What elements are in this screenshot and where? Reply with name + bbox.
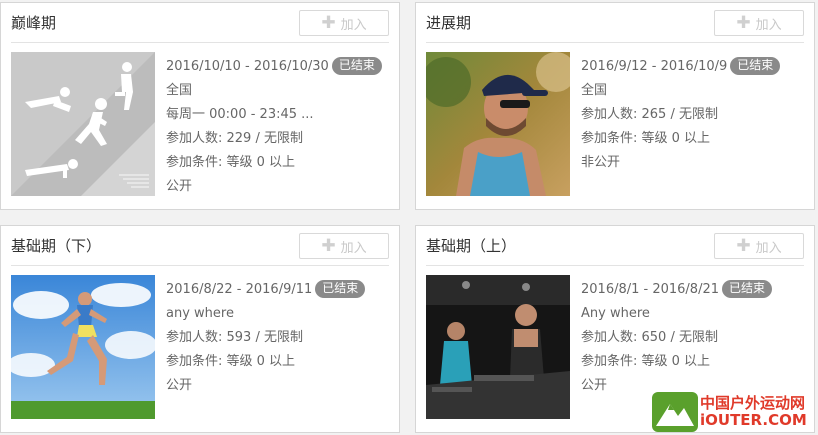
join-button[interactable]: ✚ 加入 <box>714 10 804 36</box>
join-button-label: 加入 <box>340 240 367 256</box>
join-button-label: 加入 <box>755 17 782 33</box>
status-badge: 已结束 <box>315 280 366 298</box>
plus-icon: ✚ <box>736 235 751 256</box>
event-card-peak[interactable]: 巅峰期 ✚ 加入 2016/10/10 - 2016/10/30 已结束 全国 … <box>0 2 400 210</box>
event-dates-row: 2016/10/10 - 2016/10/30 已结束 <box>166 55 382 79</box>
event-info: 2016/8/22 - 2016/9/11 已结束 any where 参加人数:… <box>166 278 366 398</box>
join-button[interactable]: ✚ 加入 <box>714 233 804 259</box>
event-schedule: 每周一 00:00 - 23:45 ... <box>166 107 314 122</box>
event-location: any where <box>166 306 234 321</box>
card-header: 巅峰期 ✚ 加入 <box>11 3 389 43</box>
event-info: 2016/10/10 - 2016/10/30 已结束 全国 每周一 00:00 … <box>166 55 382 199</box>
status-badge: 已结束 <box>730 57 781 75</box>
event-thumbnail-treadmill-gym[interactable] <box>426 275 570 419</box>
event-dates: 2016/8/22 - 2016/9/11 <box>166 282 313 297</box>
mountain-logo-icon <box>652 392 698 432</box>
card-title: 基础期（上） <box>426 237 517 255</box>
event-participants: 参加人数: 593 / 无限制 <box>166 330 303 345</box>
event-card-progress[interactable]: 进展期 ✚ 加入 2016/9/12 - 2016/10/9 已结束 全国 参加… <box>415 2 815 210</box>
watermark-text-cn: 中国户外运动网 <box>700 394 806 412</box>
event-thumbnail-sky-runner[interactable] <box>11 275 155 419</box>
event-info: 2016/9/12 - 2016/10/9 已结束 全国 参加人数: 265 / … <box>581 55 781 175</box>
join-button-label: 加入 <box>340 17 367 33</box>
event-dates: 2016/10/10 - 2016/10/30 <box>166 59 329 74</box>
plus-icon: ✚ <box>321 12 336 33</box>
site-watermark-logo: 中国户外运动网 iOUTER.COM <box>650 390 818 435</box>
join-button[interactable]: ✚ 加入 <box>299 233 389 259</box>
event-info: 2016/8/1 - 2016/8/21 已结束 Any where 参加人数: … <box>581 278 773 398</box>
event-participants: 参加人数: 229 / 无限制 <box>166 131 303 146</box>
card-header: 基础期（下） ✚ 加入 <box>11 226 389 266</box>
event-dates-row: 2016/9/12 - 2016/10/9 已结束 <box>581 55 781 79</box>
join-button[interactable]: ✚ 加入 <box>299 10 389 36</box>
event-location: Any where <box>581 306 650 321</box>
event-dates-row: 2016/8/1 - 2016/8/21 已结束 <box>581 278 773 302</box>
event-visibility: 非公开 <box>581 155 621 170</box>
plus-icon: ✚ <box>321 235 336 256</box>
event-condition: 参加条件: 等级 0 以上 <box>581 131 711 146</box>
event-dates-row: 2016/8/22 - 2016/9/11 已结束 <box>166 278 366 302</box>
event-condition: 参加条件: 等级 0 以上 <box>166 155 296 170</box>
plus-icon: ✚ <box>736 12 751 33</box>
event-visibility: 公开 <box>166 179 193 194</box>
event-location: 全国 <box>166 83 193 98</box>
event-location: 全国 <box>581 83 608 98</box>
status-badge: 已结束 <box>331 57 382 75</box>
event-participants: 参加人数: 265 / 无限制 <box>581 107 718 122</box>
card-header: 进展期 ✚ 加入 <box>426 3 804 43</box>
card-title: 基础期（下） <box>11 237 102 255</box>
event-dates: 2016/9/12 - 2016/10/9 <box>581 59 728 74</box>
card-title: 巅峰期 <box>11 14 57 32</box>
event-visibility: 公开 <box>166 378 193 393</box>
watermark-text-en: iOUTER.COM <box>700 411 807 429</box>
event-participants: 参加人数: 650 / 无限制 <box>581 330 718 345</box>
event-condition: 参加条件: 等级 0 以上 <box>166 354 296 369</box>
card-header: 基础期（上） ✚ 加入 <box>426 226 804 266</box>
event-card-base-late[interactable]: 基础期（下） ✚ 加入 2016/8/22 - 2016/9/11 已结束 an… <box>0 225 400 433</box>
card-title: 进展期 <box>426 14 472 32</box>
event-thumbnail-exercise-icons[interactable] <box>11 52 155 196</box>
event-thumbnail-runner-cap[interactable] <box>426 52 570 196</box>
event-dates: 2016/8/1 - 2016/8/21 <box>581 282 719 297</box>
join-button-label: 加入 <box>755 240 782 256</box>
event-condition: 参加条件: 等级 0 以上 <box>581 354 711 369</box>
status-badge: 已结束 <box>722 280 773 298</box>
